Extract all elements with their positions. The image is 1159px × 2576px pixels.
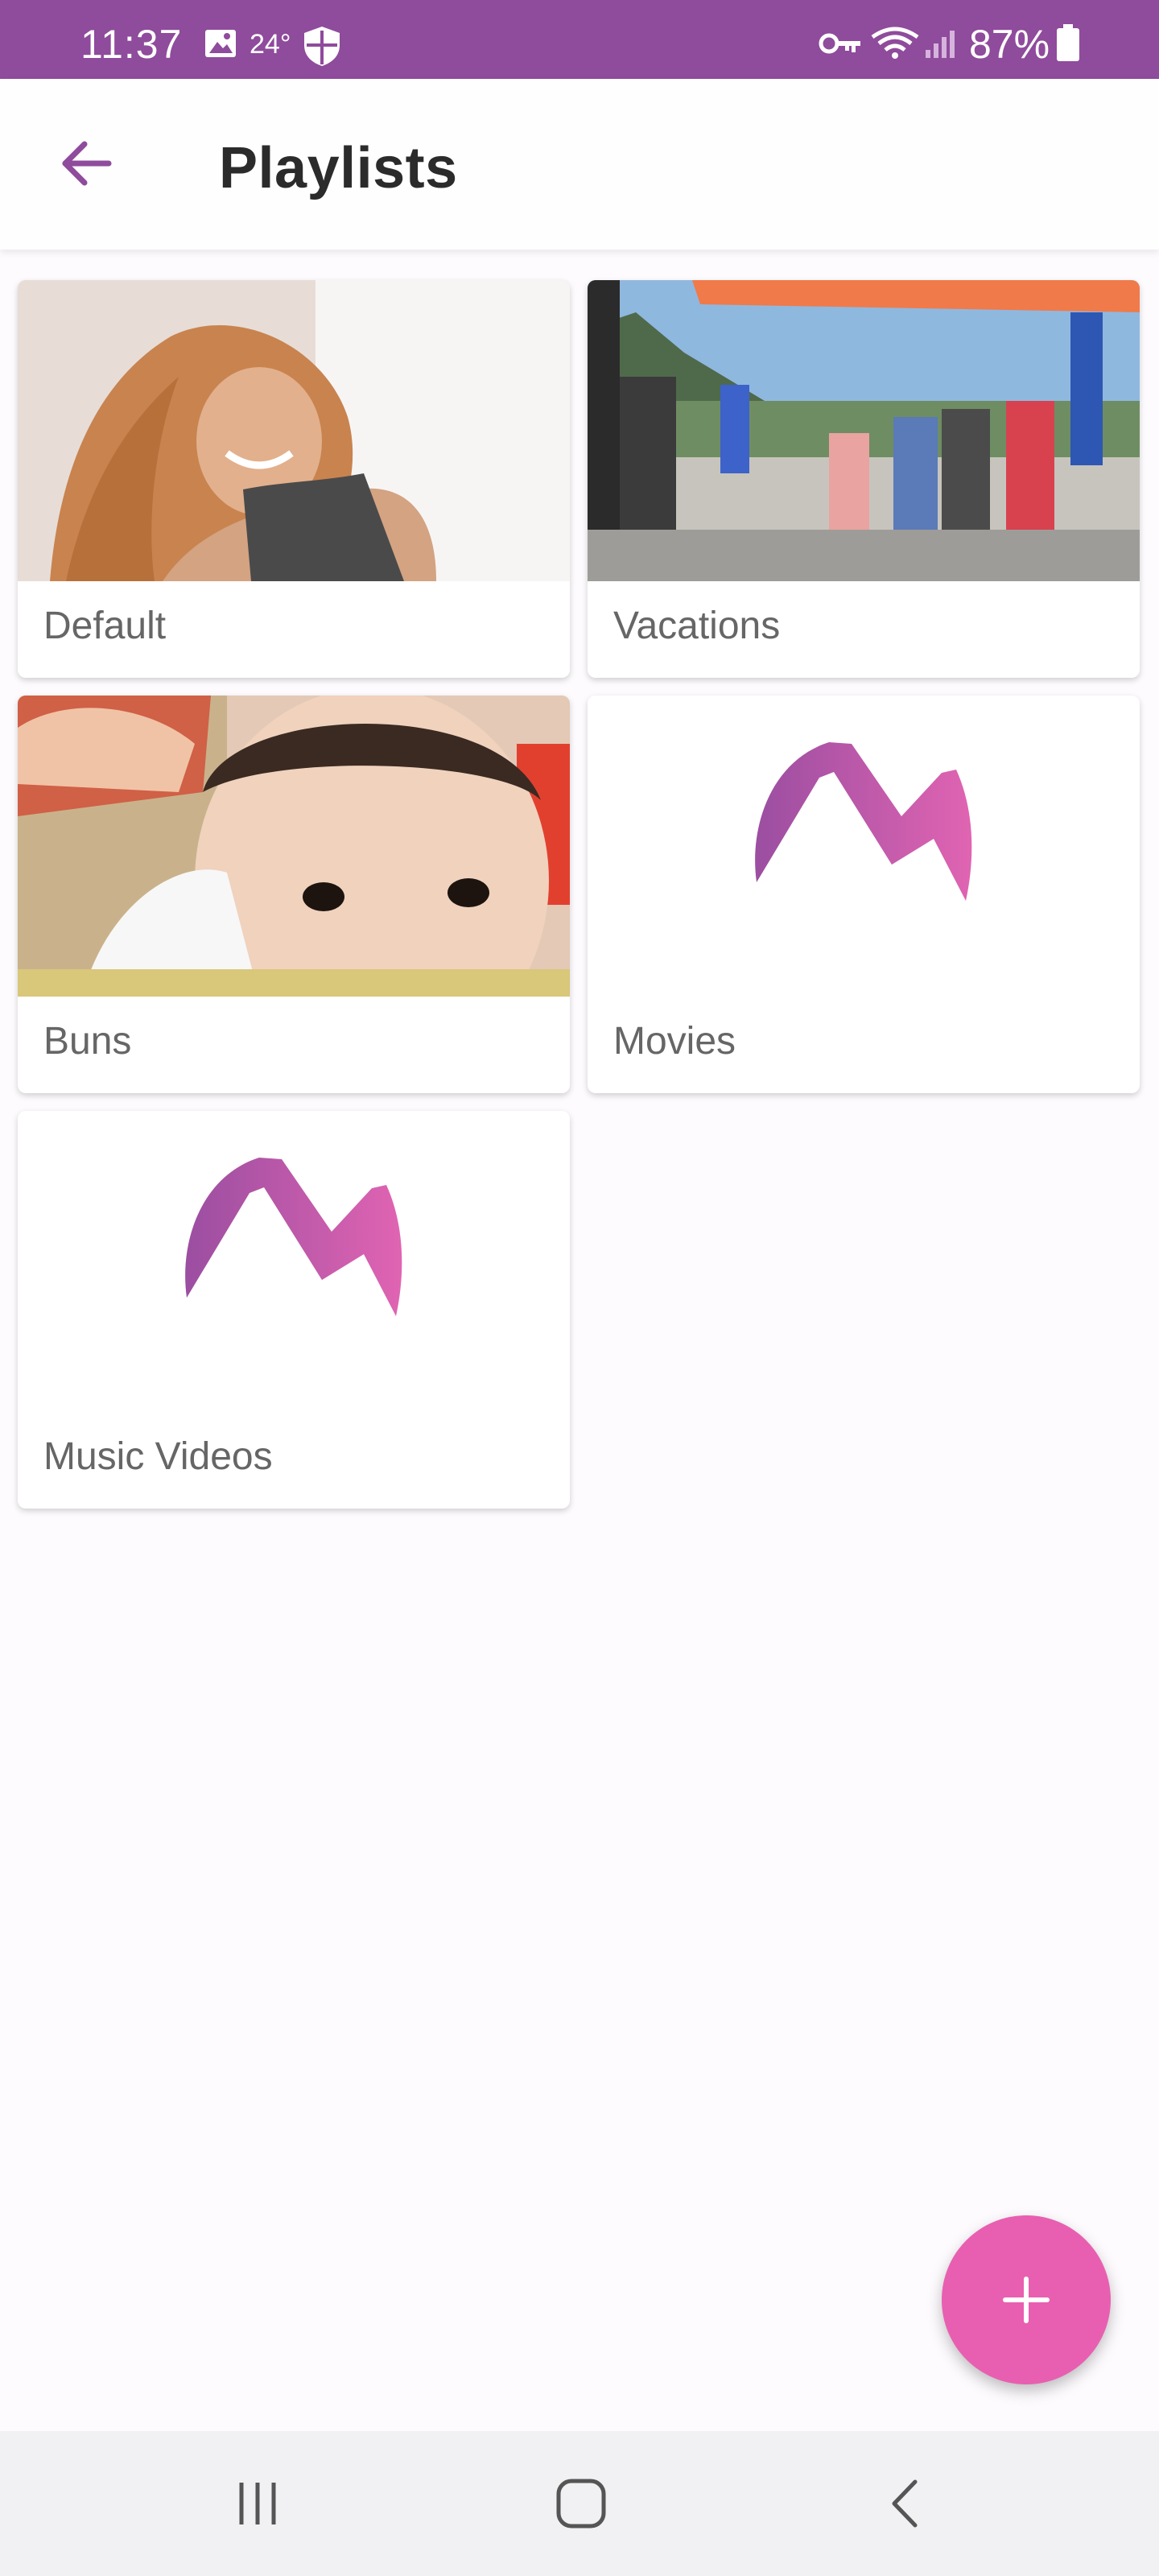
system-nav-bar xyxy=(0,2431,1159,2576)
recent-apps-icon xyxy=(239,2483,276,2524)
playlist-thumbnail xyxy=(18,280,570,581)
home-icon xyxy=(556,2479,606,2529)
add-playlist-button[interactable] xyxy=(942,2215,1111,2384)
playlist-card-buns[interactable]: Buns xyxy=(18,696,570,1093)
recent-apps-button[interactable] xyxy=(209,2463,306,2544)
back-button[interactable] xyxy=(42,119,130,208)
status-temperature: 24° xyxy=(250,29,291,60)
playlist-name: Vacations xyxy=(613,605,781,647)
playlist-card-movies[interactable]: Movies xyxy=(588,696,1140,1093)
shield-icon xyxy=(304,27,340,66)
playlist-card-default[interactable]: Default xyxy=(18,280,570,678)
status-bar: 11:37 24° 87% xyxy=(0,0,1159,79)
playlist-name: Buns xyxy=(43,1020,132,1063)
key-icon xyxy=(819,33,860,54)
playlist-thumbnail xyxy=(588,696,1140,997)
playlist-card-vacations[interactable]: Vacations xyxy=(588,280,1140,678)
page-title: Playlists xyxy=(219,136,458,200)
playlist-thumbnail xyxy=(18,696,570,997)
home-button[interactable] xyxy=(533,2463,629,2544)
playlist-name: Music Videos xyxy=(43,1435,273,1478)
playlist-name: Default xyxy=(43,605,167,647)
plus-icon xyxy=(1003,2277,1050,2323)
battery-percentage: 87% xyxy=(969,22,1050,67)
playlist-thumbnail xyxy=(18,1111,570,1412)
app-bar: Playlists xyxy=(0,79,1159,250)
arrow-left-icon xyxy=(62,141,112,186)
signal-icon xyxy=(926,31,955,58)
app-logo-icon xyxy=(755,742,972,901)
playlist-card-music-videos[interactable]: Music Videos xyxy=(18,1111,570,1509)
status-time: 11:37 xyxy=(80,22,183,67)
system-back-button[interactable] xyxy=(856,2463,953,2544)
back-icon xyxy=(892,2479,918,2528)
wifi-icon xyxy=(871,27,919,59)
playlist-thumbnail xyxy=(588,280,1140,581)
playlist-name: Movies xyxy=(613,1020,736,1063)
battery-icon xyxy=(1057,24,1079,61)
app-logo-icon xyxy=(185,1158,402,1316)
image-icon xyxy=(205,30,236,57)
